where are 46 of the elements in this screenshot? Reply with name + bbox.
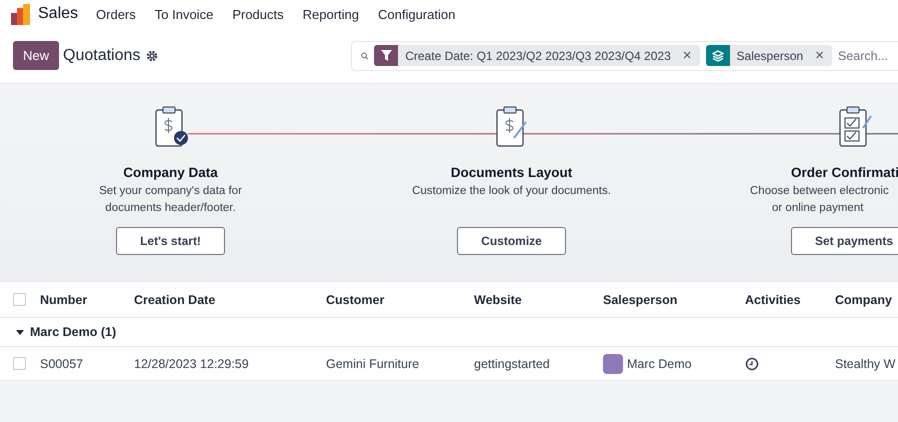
table-cell-text: gettingstarted <box>474 356 551 370</box>
step-button[interactable]: Let's start! <box>116 227 225 255</box>
table-cell-text: 12/28/2023 12:29:59 <box>134 356 250 370</box>
column-header[interactable]: Website <box>474 292 603 306</box>
app-logo-icon[interactable] <box>11 4 30 24</box>
new-button[interactable]: New <box>13 41 60 70</box>
step-title: Company Data <box>123 165 218 180</box>
filter-icon <box>374 45 398 66</box>
step-button[interactable]: Customize <box>457 227 566 255</box>
facet-label: Create Date: Q1 2023/Q2 2023/Q3 2023/Q4 2023 <box>404 48 672 62</box>
column-header[interactable]: Creation Date <box>134 292 326 306</box>
remove-facet-button[interactable]: × <box>678 47 700 64</box>
group-label: Marc Demo (1) <box>30 325 116 339</box>
step-title: Order Confirmati <box>791 165 898 180</box>
select-all-checkbox[interactable] <box>13 293 26 306</box>
facet-label: Salesperson <box>736 48 804 62</box>
menu-item[interactable]: Reporting <box>302 6 359 22</box>
column-header[interactable]: Customer <box>326 292 474 306</box>
layers-icon <box>706 45 730 66</box>
page-title[interactable]: Quotations <box>63 46 140 64</box>
step-title: Documents Layout <box>450 165 572 180</box>
table-cell: Marc Demo <box>627 356 692 370</box>
row-checkbox[interactable] <box>13 357 26 370</box>
step-description: Customize the look of your documents. <box>412 184 611 199</box>
remove-facet-button[interactable]: × <box>811 47 832 64</box>
search-bar[interactable]: Create Date: Q1 2023/Q2 2023/Q3 2023/Q4 2023 × Salesperson × Search... <box>351 40 898 70</box>
menu-item[interactable]: To Invoice <box>154 6 214 22</box>
search-facet[interactable]: Salesperson × <box>706 45 832 66</box>
avatar <box>603 354 623 374</box>
search-facet[interactable]: Create Date: Q1 2023/Q2 2023/Q3 2023/Q4 2023 × <box>374 45 700 66</box>
clock-icon[interactable] <box>745 356 759 370</box>
step-button[interactable]: Set payments <box>791 227 898 255</box>
app-name[interactable]: Sales <box>38 5 78 23</box>
table-cell-text: Stealthy W <box>835 356 896 370</box>
column-header[interactable]: Salesperson <box>603 292 745 306</box>
settings-icon[interactable] <box>146 50 158 62</box>
step-description: Set your company's data for documents header/footer. <box>99 184 242 216</box>
step-description: Choose between electronic or online payment <box>750 184 889 216</box>
column-header[interactable]: Company <box>835 292 898 306</box>
column-header[interactable]: Number <box>40 292 134 306</box>
menu-item[interactable]: Orders <box>96 6 136 22</box>
table-cell-text: S00057 <box>40 356 84 370</box>
table-cell-text: Gemini Furniture <box>326 356 420 370</box>
menu-item[interactable]: Configuration <box>378 6 456 22</box>
menu-item[interactable]: Products <box>232 6 284 22</box>
column-header[interactable]: Activities <box>745 292 835 306</box>
